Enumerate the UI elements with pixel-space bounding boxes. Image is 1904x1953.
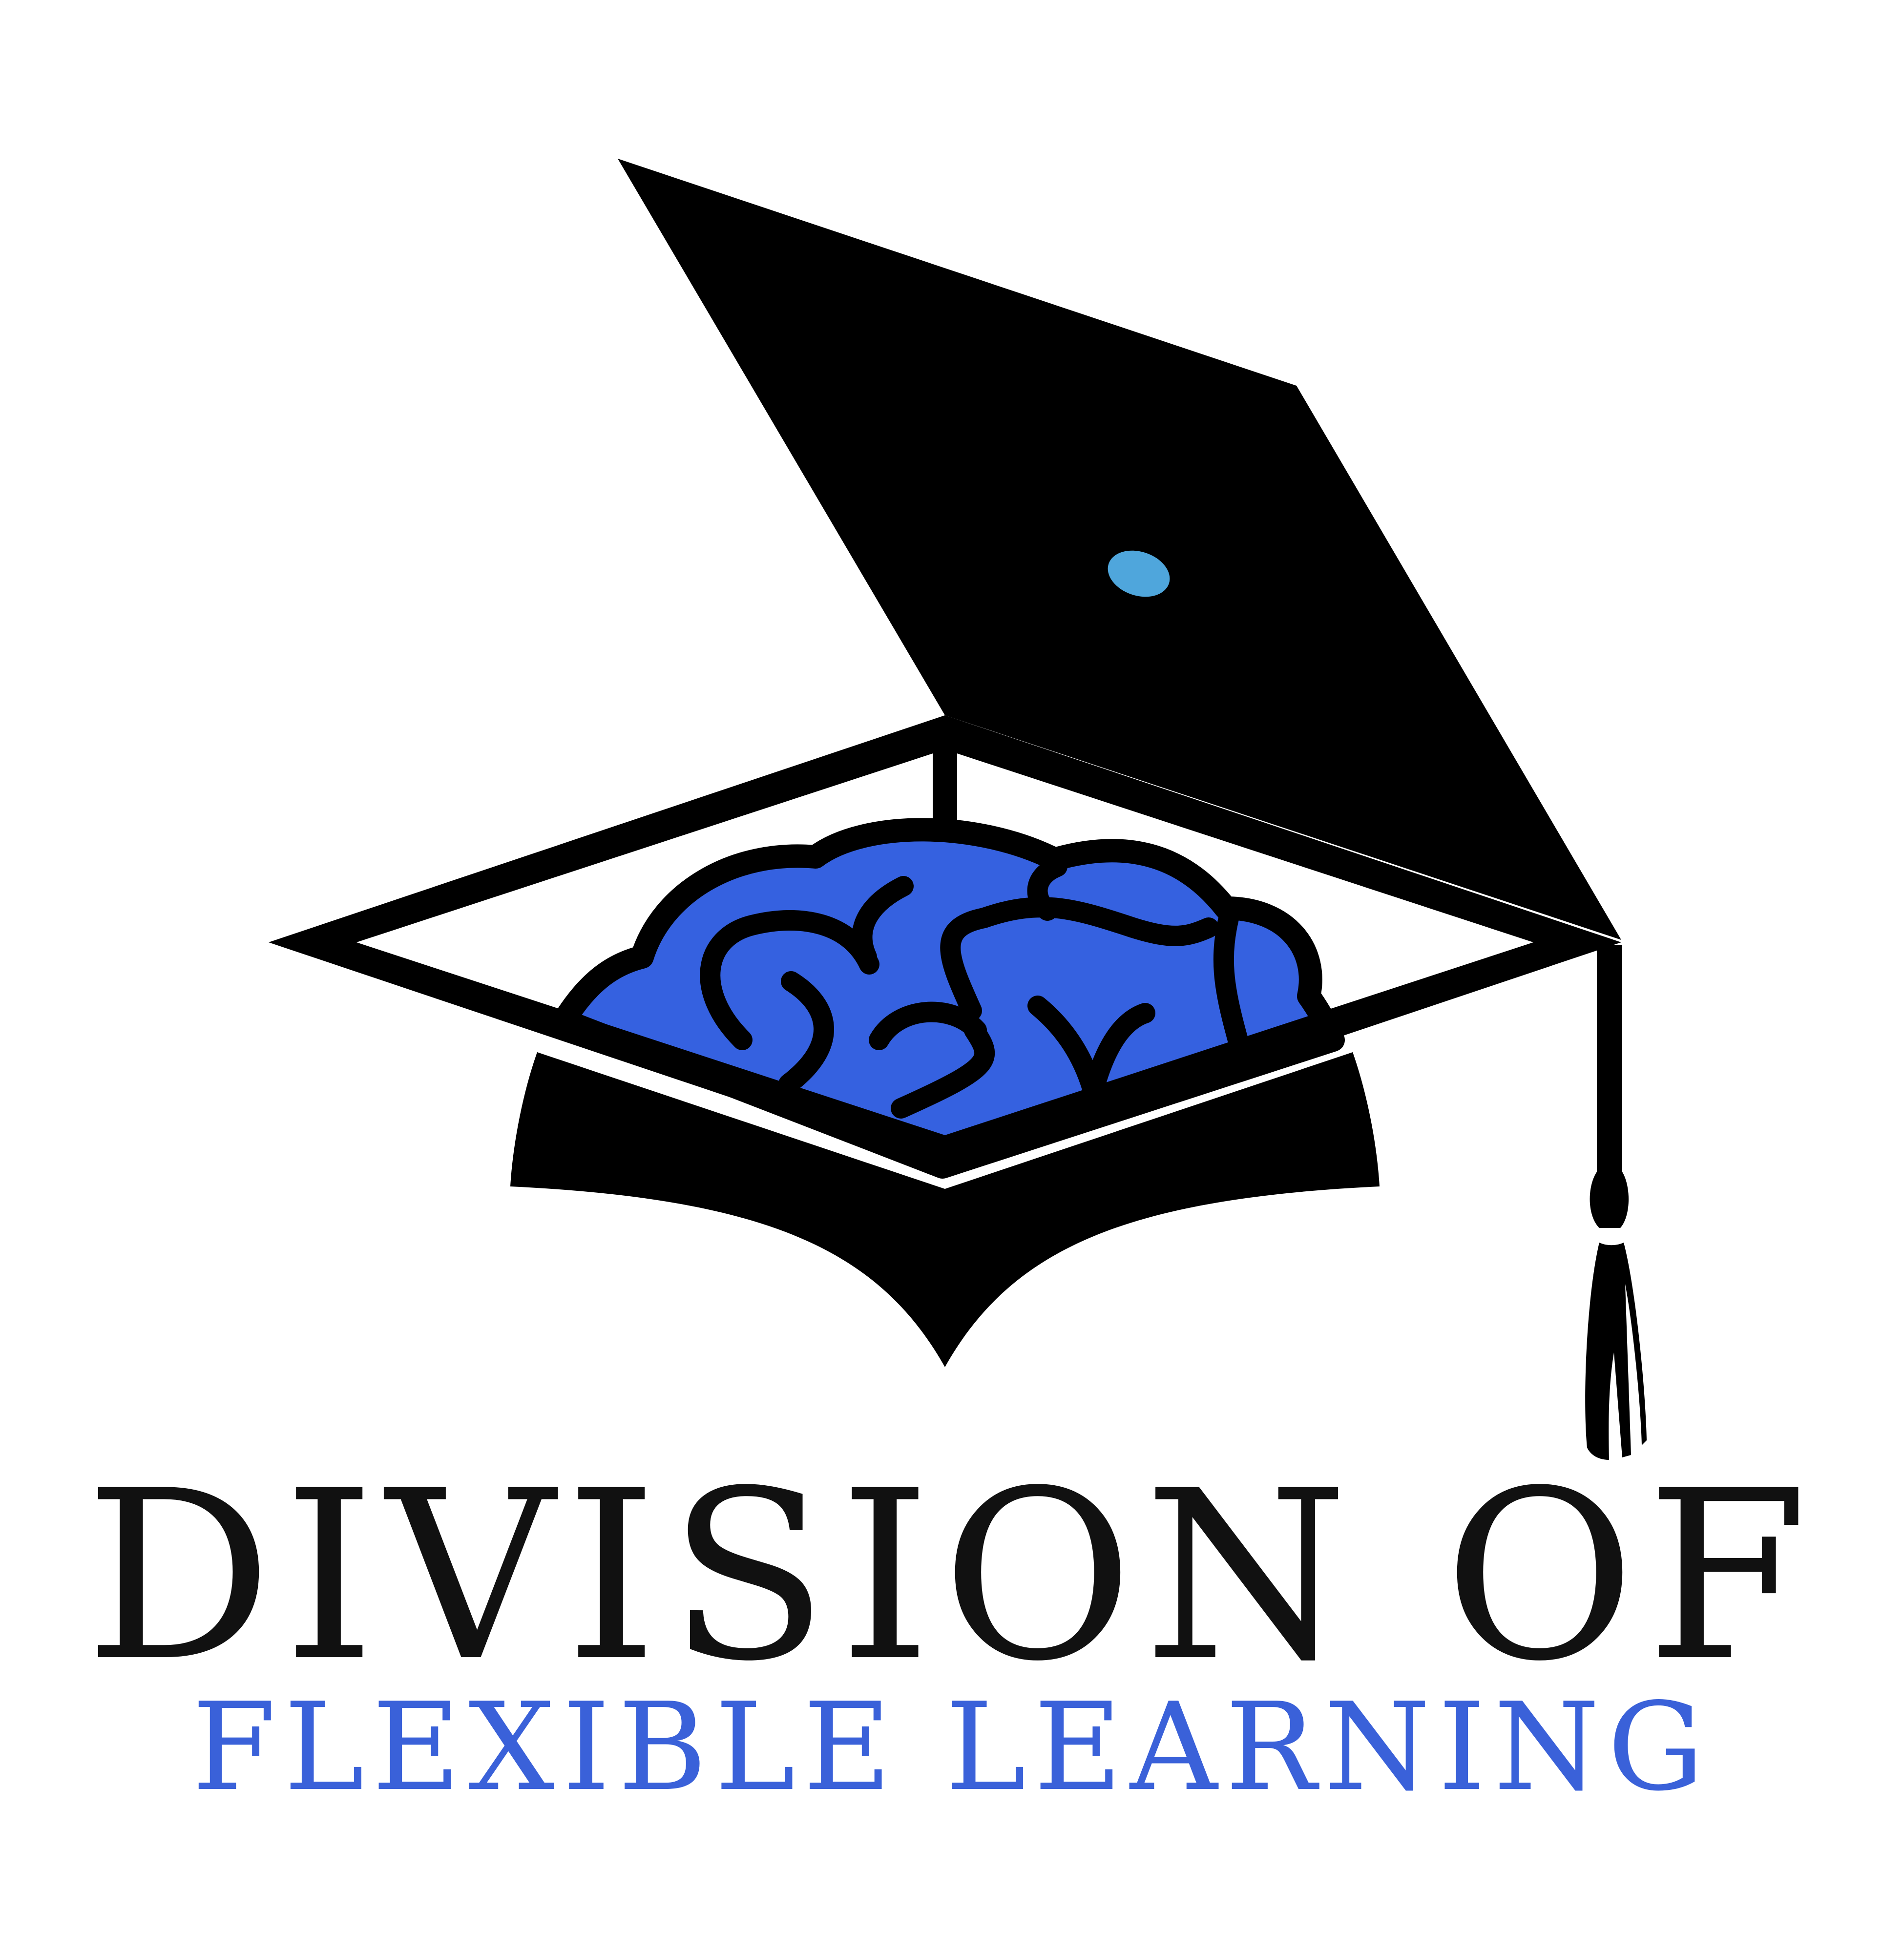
tassel-cord (1597, 945, 1622, 1174)
tassel-icon (1585, 1243, 1647, 1460)
tassel-knot (1590, 1172, 1629, 1228)
mortarboard-lid (618, 159, 1621, 940)
wordmark-line1: DIVISION OF (85, 1440, 1819, 1712)
wordmark-line2: FLEXIBLE LEARNING (192, 1677, 1712, 1818)
